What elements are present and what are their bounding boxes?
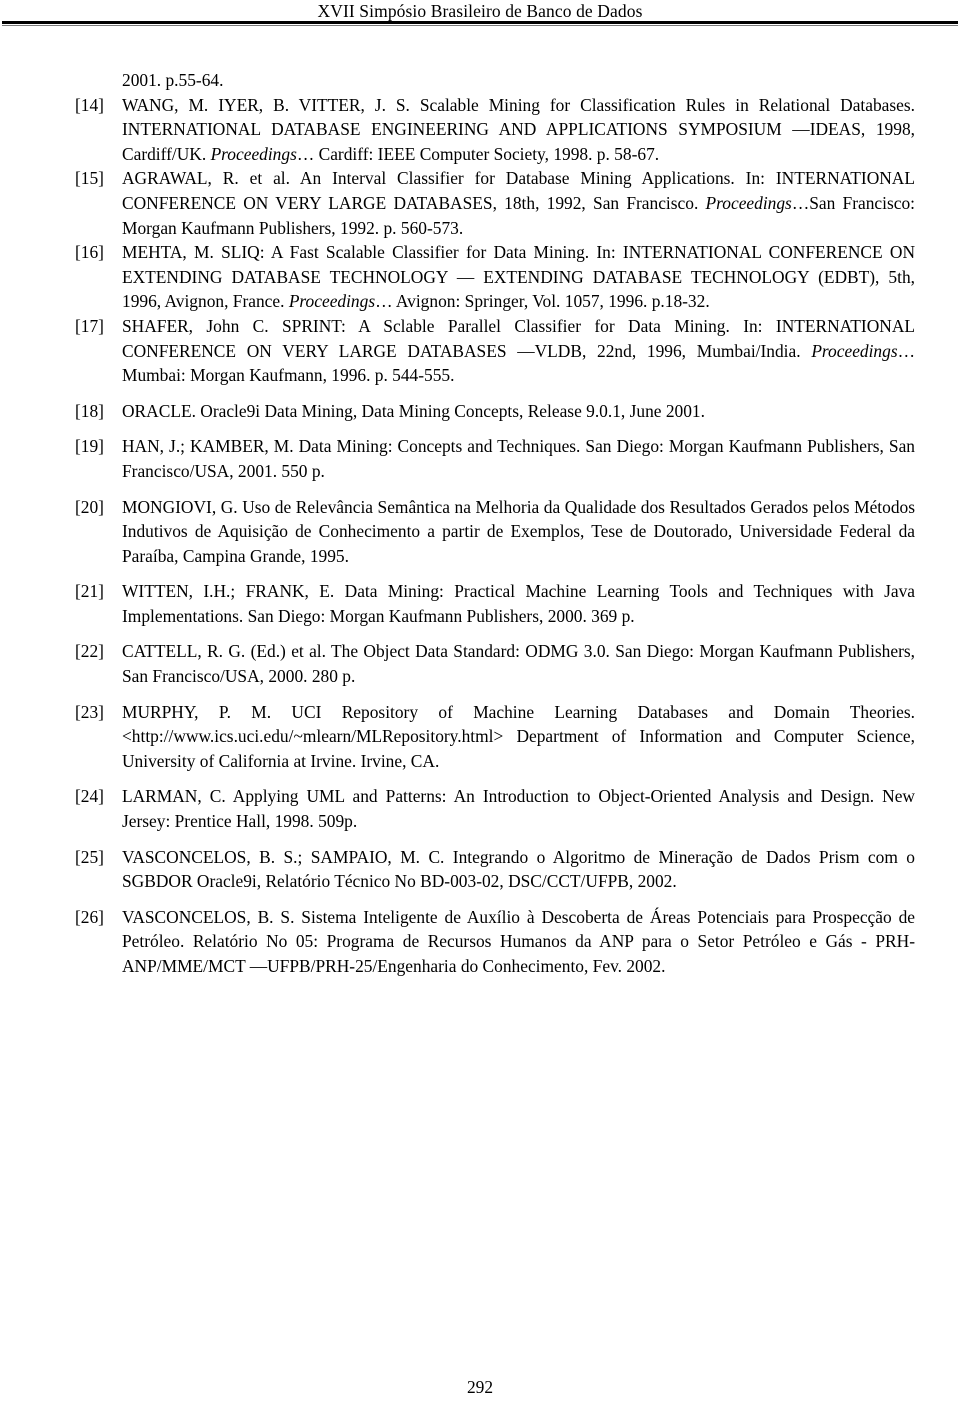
reference-entry: [14] WANG, M. IYER, B. VITTER, J. S. Scal… bbox=[75, 93, 915, 167]
reference-text-segment: VASCONCELOS, B. S.; SAMPAIO, M. C. Integ… bbox=[122, 846, 915, 892]
reference-text: MONGIOVI, G. Uso de Relevância Semântica… bbox=[122, 495, 915, 569]
reference-number: [26] bbox=[75, 906, 104, 927]
reference-entry: [20] MONGIOVI, G. Uso de Relevância Semân… bbox=[75, 495, 915, 569]
reference-text-segment: WITTEN, I.H.; FRANK, E. Data Mining: Pra… bbox=[122, 581, 915, 626]
reference-number: [14] bbox=[75, 94, 104, 115]
page-number: 292 bbox=[466, 1377, 494, 1397]
reference-entry: [17] SHAFER, John C. SPRINT: A Sclable Pa… bbox=[75, 314, 915, 388]
reference-text-segment: CATTELL, R. G. (Ed.) et al. The Object D… bbox=[122, 641, 915, 687]
reference-italic-segment: Proceedings bbox=[811, 340, 898, 361]
reference-text: WITTEN, I.H.; FRANK, E. Data Mining: Pra… bbox=[122, 579, 915, 628]
reference-number: [24] bbox=[75, 786, 104, 807]
running-head-title: XVII Simpósio Brasileiro de Banco de Dad… bbox=[317, 1, 643, 21]
reference-text-segment: SHAFER, John C. SPRINT: A Sclable Parall… bbox=[122, 315, 915, 361]
reference-text: HAN, J.; KAMBER, M. Data Mining: Concept… bbox=[122, 434, 915, 483]
reference-number: [19] bbox=[75, 436, 104, 457]
reference-text: LARMAN, C. Applying UML and Patterns: An… bbox=[122, 784, 915, 833]
reference-italic-segment: Proceedings bbox=[288, 291, 376, 312]
reference-number: [23] bbox=[75, 701, 104, 722]
reference-number: [22] bbox=[75, 641, 104, 662]
reference-text: ORACLE. Oracle9i Data Mining, Data Minin… bbox=[122, 399, 915, 424]
reference-text-segment: MURPHY, P. M. UCI Repository of Machine … bbox=[122, 701, 915, 771]
reference-text-segment: … Cardiff: IEEE Computer Society, 1998. … bbox=[296, 143, 660, 164]
reference-text: VASCONCELOS, B. S. Sistema Inteligente d… bbox=[122, 905, 915, 979]
reference-number: [16] bbox=[75, 242, 104, 263]
reference-text: VASCONCELOS, B. S.; SAMPAIO, M. C. Integ… bbox=[122, 845, 915, 894]
reference-entry: [18] ORACLE. Oracle9i Data Mining, Data M… bbox=[75, 399, 915, 424]
reference-text: MEHTA, M. SLIQ: A Fast Scalable Classifi… bbox=[122, 240, 915, 314]
reference-text-segment: … Avignon: Springer, Vol. 1057, 1996. p.… bbox=[375, 291, 710, 312]
reference-entry: [22] CATTELL, R. G. (Ed.) et al. The Obje… bbox=[75, 639, 915, 688]
reference-entry: [24] LARMAN, C. Applying UML and Patterns… bbox=[75, 784, 915, 833]
reference-entry: [25] VASCONCELOS, B. S.; SAMPAIO, M. C. I… bbox=[75, 845, 915, 894]
reference-entry: [15] AGRAWAL, R. et al. An Interval Class… bbox=[75, 166, 915, 240]
reference-number: [25] bbox=[75, 846, 104, 867]
reference-list: [14] WANG, M. IYER, B. VITTER, J. S. Scal… bbox=[75, 93, 915, 979]
reference-entry: [16] MEHTA, M. SLIQ: A Fast Scalable Clas… bbox=[75, 240, 915, 314]
header-divider-rule-shadow bbox=[2, 25, 958, 26]
reference-text-segment: VASCONCELOS, B. S. Sistema Inteligente d… bbox=[122, 906, 915, 976]
reference-text: MURPHY, P. M. UCI Repository of Machine … bbox=[122, 700, 915, 774]
reference-italic-segment: Proceedings bbox=[705, 192, 792, 213]
reference-text-segment: HAN, J.; KAMBER, M. Data Mining: Concept… bbox=[122, 436, 915, 481]
reference-number: [17] bbox=[75, 315, 104, 336]
reference-text-segment: LARMAN, C. Applying UML and Patterns: An… bbox=[122, 786, 915, 832]
reference-text-segment: ORACLE. Oracle9i Data Mining, Data Minin… bbox=[122, 400, 705, 421]
reference-entry: [23] MURPHY, P. M. UCI Repository of Mach… bbox=[75, 700, 915, 774]
reference-italic-segment: Proceedings bbox=[210, 143, 297, 164]
reference-entry: [26] VASCONCELOS, B. S. Sistema Inteligen… bbox=[75, 905, 915, 979]
reference-text-segment: MONGIOVI, G. Uso de Relevância Semântica… bbox=[122, 496, 915, 566]
reference-number: [15] bbox=[75, 168, 104, 189]
header-divider-rule bbox=[2, 21, 958, 24]
continuation-line: 2001. p.55-64. bbox=[122, 70, 224, 90]
reference-entry: [21] WITTEN, I.H.; FRANK, E. Data Mining:… bbox=[75, 579, 915, 628]
reference-text: SHAFER, John C. SPRINT: A Sclable Parall… bbox=[122, 314, 915, 388]
references-section: 2001. p.55-64. [14] WANG, M. IYER, B. VIT… bbox=[75, 68, 915, 979]
reference-text: CATTELL, R. G. (Ed.) et al. The Object D… bbox=[122, 639, 915, 688]
reference-number: [18] bbox=[75, 400, 104, 421]
reference-text: AGRAWAL, R. et al. An Interval Classifie… bbox=[122, 166, 915, 240]
reference-text: WANG, M. IYER, B. VITTER, J. S. Scalable… bbox=[122, 93, 915, 167]
reference-number: [20] bbox=[75, 496, 104, 517]
reference-entry: [19] HAN, J.; KAMBER, M. Data Mining: Con… bbox=[75, 434, 915, 483]
reference-number: [21] bbox=[75, 581, 104, 602]
